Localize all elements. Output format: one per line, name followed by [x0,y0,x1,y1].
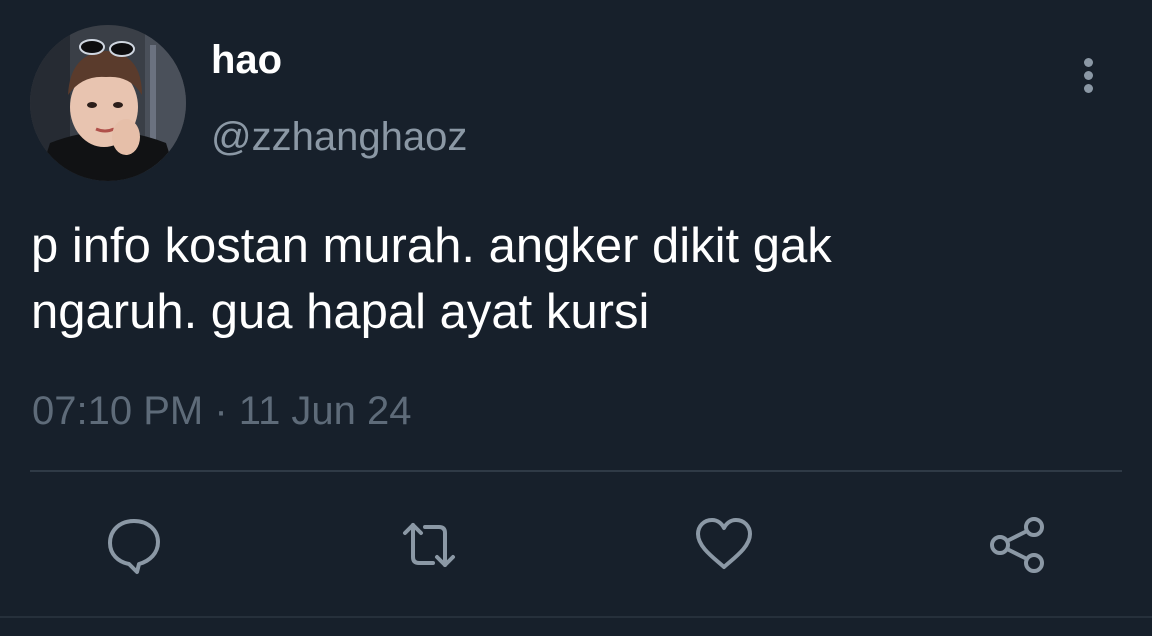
timestamp[interactable]: 07:10 PM · 11 Jun 24 [32,391,412,431]
retweet-button[interactable] [399,515,459,575]
reply-button[interactable] [104,515,164,575]
tweet-date: 11 Jun 24 [238,389,412,433]
retweet-icon [403,523,455,567]
reply-icon [108,519,160,574]
user-handle[interactable]: @zzhanghaoz [211,117,467,157]
avatar[interactable] [30,25,186,181]
avatar-image [30,25,186,181]
divider [30,470,1122,472]
tweet-text: p info kostan murah. angker dikit gak nga… [31,213,1091,345]
timestamp-separator: · [214,389,228,433]
heart-icon [696,518,752,569]
tweet-text-line-2: ngaruh. gua hapal ayat kursi [31,285,650,339]
share-button[interactable] [988,515,1048,575]
tweet-text-line-1: p info kostan murah. angker dikit gak [31,219,832,273]
more-options-button[interactable] [1074,54,1104,98]
display-name[interactable]: hao [211,40,282,80]
like-button[interactable] [694,515,754,575]
share-icon [990,517,1044,573]
bottom-divider [0,616,1152,618]
tweet-time: 07:10 PM [32,389,204,433]
